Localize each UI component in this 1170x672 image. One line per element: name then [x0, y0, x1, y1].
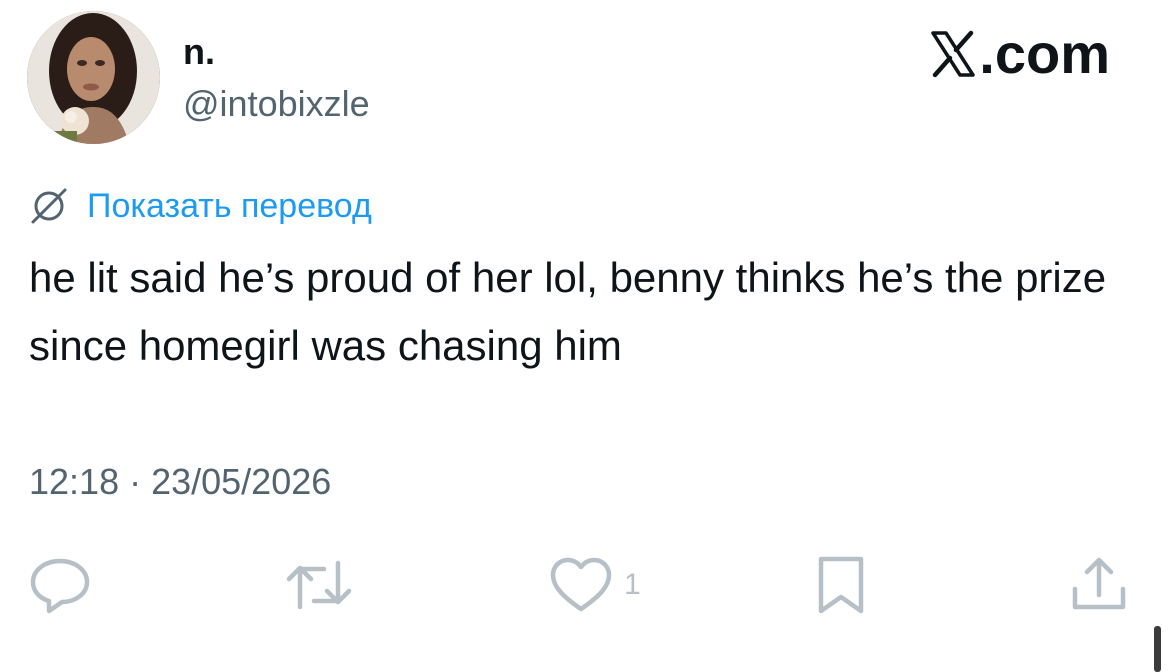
x-com-logo: .com — [929, 24, 1110, 84]
like-count: 1 — [624, 568, 641, 601]
display-name[interactable]: n. — [183, 32, 215, 72]
tweet-actions: 1 — [0, 555, 1170, 619]
user-handle[interactable]: @intobixzle — [183, 82, 370, 126]
tweet-text: he lit said he’s proud of her lol, benny… — [29, 254, 1107, 369]
logo-text: .com — [979, 22, 1110, 85]
reply-icon — [30, 558, 90, 614]
like-button[interactable]: 1 — [548, 555, 641, 615]
show-translation-label: Показать перевод — [87, 187, 372, 225]
reply-button[interactable] — [27, 555, 93, 615]
share-icon — [1072, 557, 1126, 610]
retweet-button[interactable] — [284, 555, 354, 615]
x-logo-icon — [931, 30, 976, 78]
globe-icon — [31, 188, 67, 224]
retweet-icon — [286, 560, 352, 610]
bookmark-button[interactable] — [814, 555, 868, 615]
scrollbar[interactable] — [1154, 626, 1161, 672]
avatar[interactable] — [27, 11, 160, 144]
heart-icon — [550, 557, 612, 612]
share-button[interactable] — [1068, 555, 1130, 615]
profile-photo — [27, 11, 160, 144]
show-translation-link[interactable]: Показать перевод — [29, 186, 372, 226]
tweet-timestamp[interactable]: 12:18 · 23/05/2026 — [29, 460, 331, 504]
bookmark-icon — [818, 556, 864, 614]
